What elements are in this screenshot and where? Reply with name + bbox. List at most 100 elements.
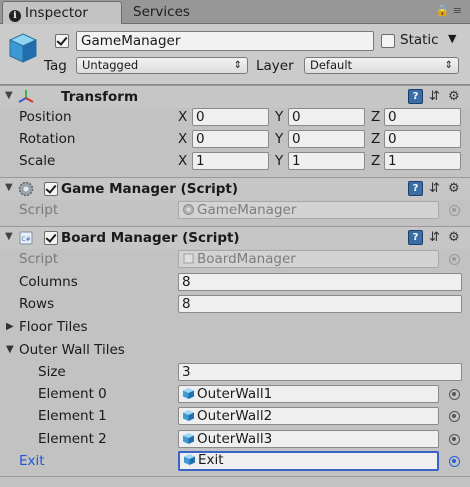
static-label: Static	[400, 32, 439, 48]
size-field[interactable]: 3	[178, 363, 462, 381]
position-y-field[interactable]: 0	[288, 108, 365, 126]
object-picker-icon	[449, 254, 460, 265]
rows-field[interactable]: 8	[178, 295, 462, 313]
scale-y-field[interactable]: 1	[288, 152, 365, 170]
rotation-x-axis: X	[178, 131, 188, 147]
lock-icon[interactable]: 🔒	[436, 4, 450, 17]
help-icon[interactable]: ?	[408, 230, 423, 245]
script-gear-icon	[18, 181, 34, 197]
position-z-field[interactable]: 0	[384, 108, 461, 126]
active-checkbox[interactable]	[55, 34, 69, 48]
script-icon	[183, 253, 194, 264]
chevron-updown-icon: ⇕	[233, 60, 242, 71]
gear-icon[interactable]: ⚙	[448, 181, 460, 196]
foldout-arrow-icon[interactable]: ▼	[5, 90, 13, 101]
game-manager-header-icons: ? ⇵ ⚙	[408, 181, 464, 197]
static-dropdown-arrow-icon[interactable]: ▼	[448, 32, 456, 45]
exit-label: Exit	[19, 453, 45, 469]
board-manager-enabled-checkbox[interactable]	[44, 231, 58, 245]
menu-icon[interactable]: ≡	[453, 4, 462, 17]
board-manager-header[interactable]: ▼ C# Board Manager (Script) ? ⇵ ⚙	[0, 226, 470, 249]
tag-dropdown[interactable]: Untagged ⇕	[76, 57, 248, 74]
floor-tiles-foldout[interactable]: Floor Tiles	[19, 319, 88, 335]
position-x-field[interactable]: 0	[192, 108, 269, 126]
exit-value: Exit	[198, 452, 224, 468]
scale-x-field[interactable]: 1	[192, 152, 269, 170]
game-manager-script-value: GameManager	[197, 202, 297, 218]
rotation-z-axis: Z	[371, 131, 381, 147]
static-checkbox[interactable]	[381, 34, 395, 48]
rows-label: Rows	[19, 296, 55, 312]
foldout-closed-icon[interactable]: ▶	[6, 321, 14, 332]
transform-header-icons: ? ⇵ ⚙	[408, 89, 464, 105]
scale-x-axis: X	[178, 153, 188, 169]
tab-services-label: Services	[133, 4, 190, 20]
board-manager-header-icons: ? ⇵ ⚙	[408, 230, 464, 246]
element-0-label: Element 0	[38, 386, 107, 402]
gear-icon[interactable]: ⚙	[448, 230, 460, 245]
foldout-open-icon[interactable]: ▼	[6, 344, 14, 355]
element-2-field[interactable]: OuterWall3	[178, 430, 439, 448]
game-manager-script-field: GameManager	[178, 201, 439, 219]
position-y-axis: Y	[275, 109, 284, 125]
cube-icon	[183, 410, 194, 421]
rotation-x-field[interactable]: 0	[192, 130, 269, 148]
position-z-axis: Z	[371, 109, 381, 125]
preset-icon[interactable]: ⇵	[429, 89, 440, 104]
transform-title: Transform	[61, 89, 139, 105]
tag-label: Tag	[44, 58, 67, 74]
preset-icon[interactable]: ⇵	[429, 230, 440, 245]
tab-bar: i Inspector Services 🔒 ≡	[0, 0, 470, 24]
cube-icon	[8, 33, 38, 63]
scale-z-axis: Z	[371, 153, 381, 169]
outer-wall-tiles-foldout[interactable]: Outer Wall Tiles	[19, 342, 125, 358]
object-picker-icon[interactable]	[449, 411, 460, 422]
rotation-y-field[interactable]: 0	[288, 130, 365, 148]
board-manager-script-value: BoardManager	[197, 251, 296, 267]
columns-field[interactable]: 8	[178, 273, 462, 291]
position-label: Position	[19, 109, 72, 125]
gear-icon[interactable]: ⚙	[448, 89, 460, 104]
board-manager-title: Board Manager (Script)	[61, 230, 240, 246]
scale-label: Scale	[19, 153, 56, 169]
scale-y-axis: Y	[275, 153, 284, 169]
scale-z-field[interactable]: 1	[384, 152, 461, 170]
element-1-field[interactable]: OuterWall2	[178, 407, 439, 425]
section-divider	[0, 476, 470, 477]
object-picker-icon[interactable]	[449, 456, 460, 467]
object-picker-icon[interactable]	[449, 434, 460, 445]
size-label: Size	[38, 364, 66, 380]
board-manager-script-label: Script	[19, 251, 59, 267]
tab-inspector-label: Inspector	[25, 5, 88, 21]
exit-field[interactable]: Exit	[178, 451, 439, 471]
foldout-arrow-icon[interactable]: ▼	[5, 231, 13, 242]
game-manager-script-label: Script	[19, 202, 59, 218]
transform-icon	[18, 90, 34, 103]
object-picker-icon[interactable]	[449, 389, 460, 400]
tab-inspector[interactable]: i Inspector	[2, 1, 122, 24]
columns-label: Columns	[19, 274, 78, 290]
tab-services[interactable]: Services	[127, 1, 237, 24]
transform-header[interactable]: ▼ Transform ? ⇵ ⚙	[0, 85, 470, 108]
element-0-field[interactable]: OuterWall1	[178, 385, 439, 403]
game-manager-enabled-checkbox[interactable]	[44, 182, 58, 196]
help-icon[interactable]: ?	[408, 181, 423, 196]
gameobject-name-field[interactable]: GameManager	[76, 31, 374, 51]
script-icon	[183, 204, 194, 215]
preset-icon[interactable]: ⇵	[429, 181, 440, 196]
svg-text:C#: C#	[21, 236, 30, 243]
layer-dropdown[interactable]: Default ⇕	[304, 57, 459, 74]
rotation-z-field[interactable]: 0	[384, 130, 461, 148]
foldout-arrow-icon[interactable]: ▼	[5, 182, 13, 193]
script-icon: C#	[19, 231, 33, 245]
gameobject-header: GameManager Static ▼ Tag Untagged ⇕ Laye…	[0, 24, 470, 85]
cube-icon	[184, 454, 195, 465]
object-picker-icon	[449, 205, 460, 216]
layer-label: Layer	[256, 58, 294, 74]
game-manager-title: Game Manager (Script)	[61, 181, 239, 197]
position-x-axis: X	[178, 109, 188, 125]
game-manager-header[interactable]: ▼ Game Manager (Script) ? ⇵ ⚙	[0, 177, 470, 200]
element-2-label: Element 2	[38, 431, 107, 447]
chevron-updown-icon: ⇕	[444, 60, 453, 71]
help-icon[interactable]: ?	[408, 89, 423, 104]
